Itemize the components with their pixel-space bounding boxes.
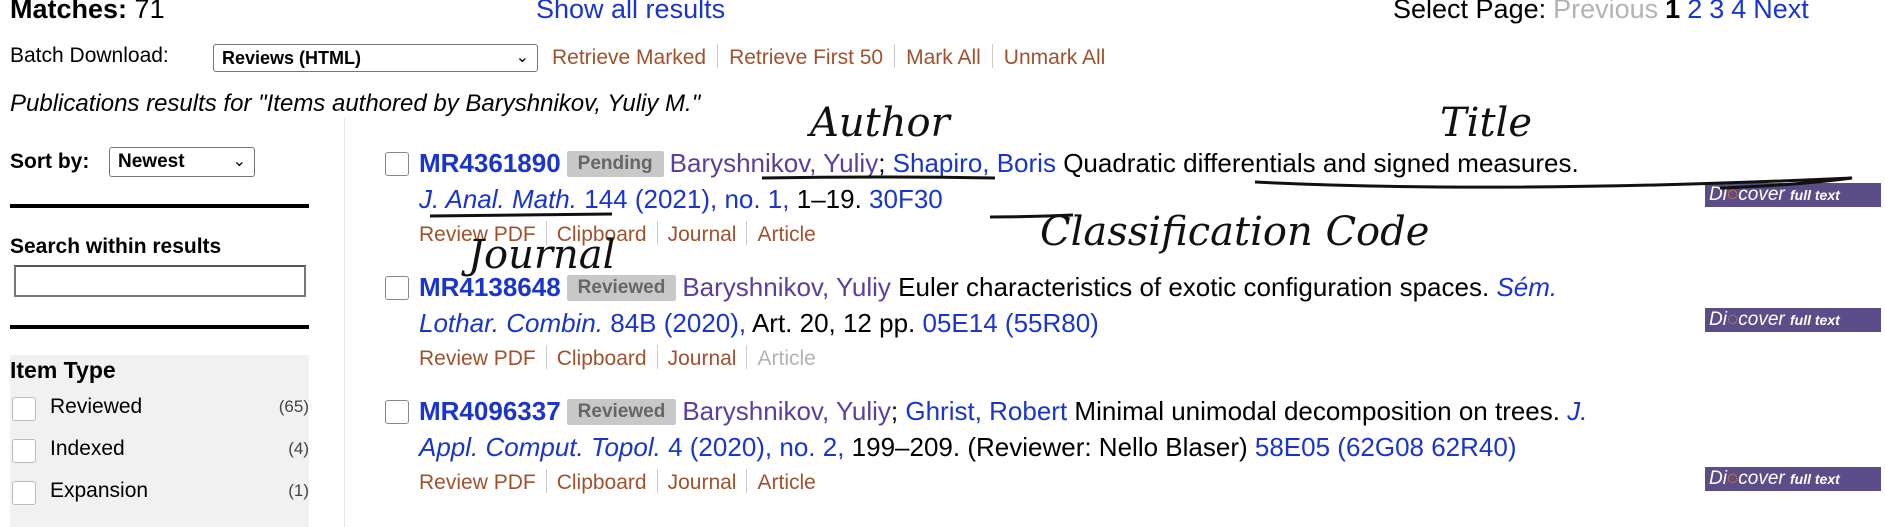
annotation-journal: Journal — [468, 232, 616, 278]
annotation-title: Title — [1440, 100, 1533, 146]
annotation-author: Author — [810, 100, 950, 146]
annotation-classification: Classification Code — [1040, 209, 1430, 255]
author-underline — [761, 175, 996, 180]
title-underline — [1254, 176, 1853, 190]
journal-underline — [429, 212, 613, 218]
handwritten-underlines — [429, 175, 1853, 219]
